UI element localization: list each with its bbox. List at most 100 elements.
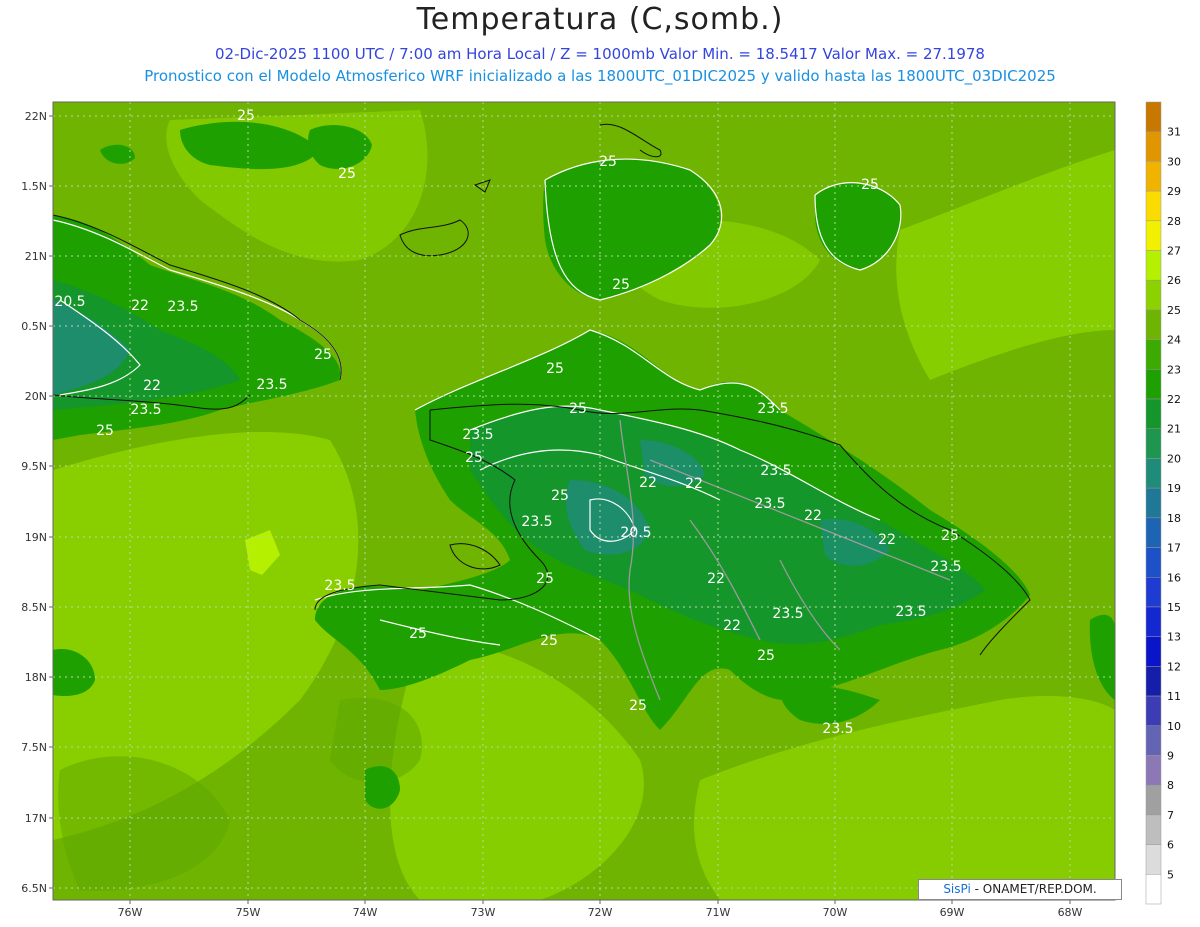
colorbar-swatch bbox=[1145, 369, 1162, 400]
colorbar-label: 13 bbox=[1167, 631, 1181, 644]
colorbar-label: 10 bbox=[1167, 720, 1181, 733]
contour-label: 25 bbox=[546, 361, 564, 377]
lat-label: 20N bbox=[25, 390, 47, 403]
colorbar-label: 15 bbox=[1167, 601, 1181, 614]
colorbar-label: 11 bbox=[1167, 690, 1181, 703]
lat-label: 17N bbox=[25, 812, 47, 825]
credit-box: SisPi - ONAMET/REP.DOM. bbox=[918, 879, 1122, 900]
contour-label: 25 bbox=[569, 401, 587, 417]
lon-label: 69W bbox=[940, 906, 965, 919]
lon-label: 68W bbox=[1058, 906, 1083, 919]
lon-label: 70W bbox=[823, 906, 848, 919]
colorbar-swatch bbox=[1145, 517, 1162, 548]
colorbar-swatch bbox=[1145, 101, 1162, 132]
contour-label: 22 bbox=[143, 378, 161, 394]
colorbar-label: 25 bbox=[1167, 304, 1181, 317]
lon-label: 72W bbox=[588, 906, 613, 919]
contour-label: 25 bbox=[612, 277, 630, 293]
lat-label: 21N bbox=[25, 250, 47, 263]
lat-label: 7.5N bbox=[21, 741, 47, 754]
contour-label: 22 bbox=[639, 475, 657, 491]
colorbar-label: 19 bbox=[1167, 482, 1181, 495]
colorbar-swatch bbox=[1145, 428, 1162, 459]
contour-label: 20.5 bbox=[620, 525, 651, 541]
colorbar-swatch bbox=[1145, 220, 1162, 251]
contour-label: 23.5 bbox=[822, 721, 853, 737]
contour-label: 25 bbox=[629, 698, 647, 714]
colorbar-label: 6 bbox=[1167, 839, 1174, 852]
lat-label: 6.5N bbox=[21, 882, 47, 895]
contour-label: 25 bbox=[551, 488, 569, 504]
colorbar-swatch bbox=[1145, 814, 1162, 845]
lon-label: 76W bbox=[118, 906, 143, 919]
colorbar-label: 17 bbox=[1167, 542, 1181, 555]
contour-label: 22 bbox=[685, 476, 703, 492]
contour-label: 23.5 bbox=[130, 402, 161, 418]
lat-label: 18N bbox=[25, 671, 47, 684]
contour-label: 23.5 bbox=[167, 299, 198, 315]
colorbar-swatch bbox=[1145, 339, 1162, 370]
colorbar-swatch bbox=[1145, 487, 1162, 519]
contour-label: 25 bbox=[861, 177, 879, 193]
colorbar-swatch bbox=[1145, 874, 1162, 905]
contour-label: 25 bbox=[465, 450, 483, 466]
colorbar-swatch bbox=[1145, 577, 1162, 608]
credit-text: - ONAMET/REP.DOM. bbox=[970, 882, 1097, 896]
colorbar-label: 28 bbox=[1167, 215, 1181, 228]
lat-label: 8.5N bbox=[21, 601, 47, 614]
contour-label: 25 bbox=[409, 626, 427, 642]
colorbar-swatch bbox=[1145, 131, 1162, 162]
contour-label: 23.5 bbox=[757, 401, 788, 417]
colorbar-swatch bbox=[1145, 666, 1162, 697]
colorbar-label: 31 bbox=[1167, 126, 1181, 139]
colorbar-swatch bbox=[1145, 279, 1162, 311]
colorbar-swatch bbox=[1145, 606, 1162, 637]
contour-label: 25 bbox=[757, 648, 775, 664]
contour-label: 25 bbox=[314, 347, 332, 363]
colorbar-label: 24 bbox=[1167, 334, 1181, 347]
colorbar-swatch bbox=[1145, 695, 1162, 727]
colorbar-label: 9 bbox=[1167, 749, 1174, 762]
contour-label: 25 bbox=[540, 633, 558, 649]
lat-label: 1.5N bbox=[21, 180, 47, 193]
colorbar-label: 20 bbox=[1167, 452, 1181, 465]
colorbar-swatch bbox=[1145, 250, 1162, 281]
contour-label: 25 bbox=[536, 571, 554, 587]
brand-logo-text: SisPi bbox=[943, 882, 971, 896]
contour-label: 25 bbox=[96, 423, 114, 439]
contour-label: 23.5 bbox=[760, 463, 791, 479]
colorbar-swatch bbox=[1145, 725, 1162, 756]
colorbar-label: 5 bbox=[1167, 868, 1174, 881]
contour-label: 23.5 bbox=[256, 377, 287, 393]
colorbar-label: 21 bbox=[1167, 423, 1181, 436]
contour-label: 22 bbox=[131, 298, 149, 314]
lat-label: 9.5N bbox=[21, 460, 47, 473]
contour-label: 22 bbox=[878, 532, 896, 548]
lon-label: 71W bbox=[706, 906, 731, 919]
colorbar-label: 29 bbox=[1167, 185, 1181, 198]
contour-label: 23.5 bbox=[521, 514, 552, 530]
latitude-labels: 22N 1.5N 21N 0.5N 20N 9.5N 19N 8.5N 18N 7.5N 17N 6.… bbox=[21, 110, 53, 895]
contour-label: 23.5 bbox=[930, 559, 961, 575]
colorbar-swatch bbox=[1145, 844, 1162, 875]
colorbar-swatch bbox=[1145, 309, 1162, 340]
contour-label: 23.5 bbox=[754, 496, 785, 512]
lat-label: 22N bbox=[25, 110, 47, 123]
colorbar-label: 23 bbox=[1167, 363, 1181, 376]
contour-label: 25 bbox=[599, 154, 617, 170]
temperature-map: 25 25 25 25 25 20.5 22 23.5 25 22 23.5 23.5 25 25 25 23… bbox=[21, 101, 1181, 919]
contour-label: 22 bbox=[723, 618, 741, 634]
colorbar-swatch bbox=[1145, 161, 1162, 192]
contour-label: 23.5 bbox=[462, 427, 493, 443]
colorbar-swatch bbox=[1145, 547, 1162, 578]
colorbar-swatch bbox=[1145, 458, 1162, 489]
contour-label: 22 bbox=[804, 508, 822, 524]
lat-label: 0.5N bbox=[21, 320, 47, 333]
colorbar-label: 16 bbox=[1167, 571, 1181, 584]
colorbar-label: 12 bbox=[1167, 660, 1181, 673]
lon-label: 74W bbox=[353, 906, 378, 919]
colorbar-label: 22 bbox=[1167, 393, 1181, 406]
colorbar-label: 8 bbox=[1167, 779, 1174, 792]
colorbar-label: 26 bbox=[1167, 274, 1181, 287]
contour-label: 23.5 bbox=[895, 604, 926, 620]
